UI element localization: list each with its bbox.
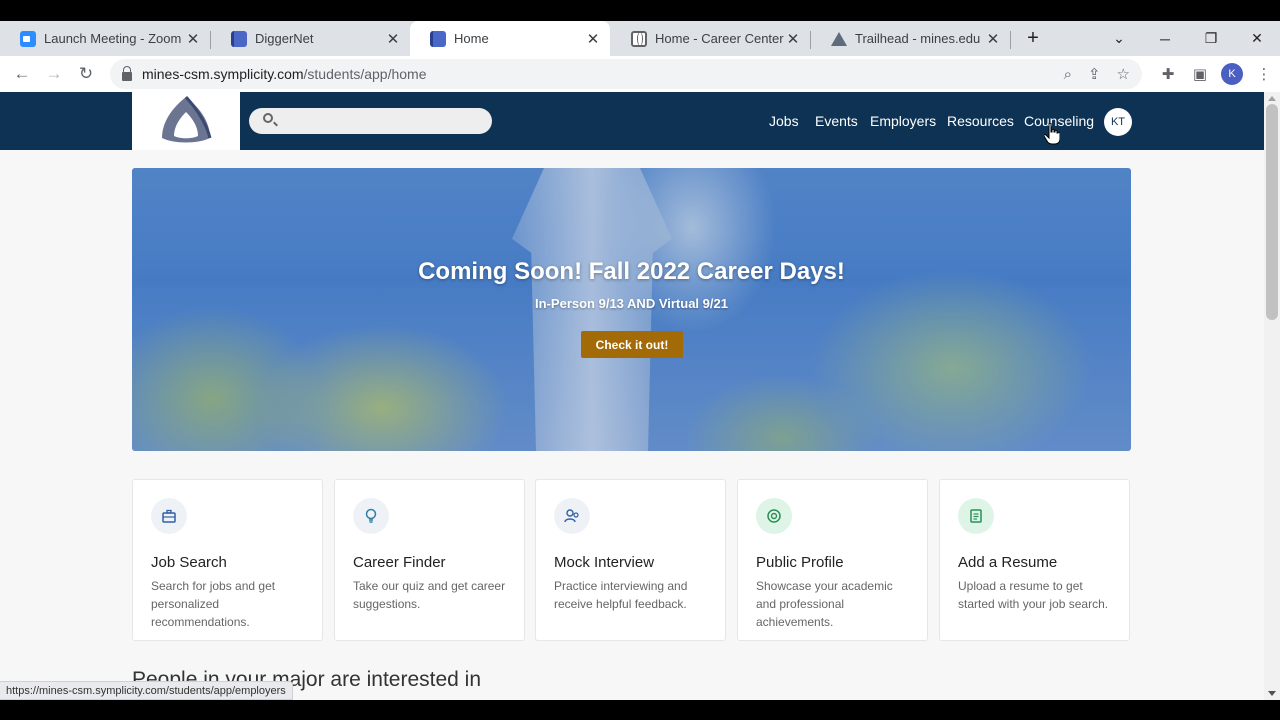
tab-diggernet[interactable]: DiggerNet ✕ [211,21,410,56]
top-black-bar [0,0,1280,21]
school-logo[interactable] [132,92,240,150]
tab-title: Launch Meeting - Zoom [44,31,182,46]
nav-link[interactable]: Events [815,113,858,129]
extensions-puzzle-icon[interactable]: ✚ [1152,65,1184,83]
user-avatar[interactable]: KT [1104,108,1132,136]
profile-avatar[interactable]: K [1221,63,1243,85]
card-job-search[interactable]: Job Search Search for jobs and get perso… [132,479,323,641]
browser-toolbar: ← → ↻ mines-csm.symplicity.com/students/… [0,56,1280,92]
bottom-black-bar [0,700,1280,720]
card-career-finder[interactable]: Career Finder Take our quiz and get care… [334,479,525,641]
search-icon [263,113,273,123]
bookmark-star-icon[interactable]: ☆ [1117,65,1130,83]
minimize-icon[interactable]: ─ [1142,21,1188,56]
tab-title: Trailhead - mines.edu [855,31,981,46]
card-title: Public Profile [756,554,844,571]
restore-icon[interactable]: ❐ [1188,21,1234,56]
mines-logo-icon [162,95,212,143]
close-icon[interactable]: ✕ [384,30,402,48]
card-description: Search for jobs and get personalized rec… [151,579,276,629]
close-icon[interactable]: ✕ [184,30,202,48]
hero-banner: Coming Soon! Fall 2022 Career Days! In-P… [132,168,1131,451]
back-arrow-icon[interactable]: ← [8,60,36,88]
interview-icon [554,498,590,534]
tab-strip: Launch Meeting - Zoom ✕ DiggerNet ✕ Home… [0,21,1280,56]
trailhead-icon [831,31,847,46]
site-header: Jobs Events Employers Resources Counseli… [0,92,1264,150]
window-close-icon[interactable]: ✕ [1234,21,1280,56]
zoom-icon [20,30,36,47]
tab-home[interactable]: Home ✕ [410,21,610,56]
new-tab-button[interactable]: + [1020,21,1046,56]
card-title: Mock Interview [554,554,655,571]
doc-icon [231,30,247,47]
close-icon[interactable]: ✕ [984,30,1002,48]
url-text[interactable]: mines-csm.symplicity.com/students/app/ho… [142,66,427,82]
nav-events[interactable]: Events [815,92,858,150]
url-path: /students/app/home [303,66,427,82]
nav-employers[interactable]: Employers [870,92,936,150]
lightbulb-icon [353,498,389,534]
card-public-profile[interactable]: Public Profile Showcase your academic an… [737,479,928,641]
zoom-magnifier-icon[interactable]: ⌕ [1064,66,1072,83]
nav-link[interactable]: Employers [870,113,936,129]
card-description: Upload a resume to get started with your… [958,579,1109,611]
share-icon[interactable]: ⇪ [1088,65,1101,83]
tab-separator [1010,31,1011,49]
globe-icon [631,30,647,47]
document-icon [958,498,994,534]
page-viewport: Jobs Events Employers Resources Counseli… [0,92,1264,700]
side-panel-icon[interactable]: ▣ [1184,65,1216,83]
tab-zoom[interactable]: Launch Meeting - Zoom ✕ [0,21,210,56]
nav-link[interactable]: Resources [947,113,1014,129]
address-bar[interactable]: mines-csm.symplicity.com/students/app/ho… [110,59,1142,89]
at-sign-icon [756,498,792,534]
card-description: Take our quiz and get career suggestions… [353,579,506,611]
card-mock-interview[interactable]: Mock Interview Practice interviewing and… [535,479,726,641]
doc-icon [430,30,446,47]
tab-career-center[interactable]: Home - Career Center ✕ [611,21,810,56]
close-icon[interactable]: ✕ [584,30,602,48]
url-host: mines-csm.symplicity.com [142,66,304,82]
card-add-resume[interactable]: Add a Resume Upload a resume to get star… [939,479,1130,641]
tab-title: Home - Career Center [655,31,784,46]
hero-title: Coming Soon! Fall 2022 Career Days! [418,258,845,285]
reload-icon[interactable]: ↻ [72,60,100,88]
scroll-up-arrow-icon[interactable] [1268,96,1276,101]
tab-title: DiggerNet [255,31,314,46]
forward-arrow-icon[interactable]: → [40,60,68,88]
site-search-input[interactable] [249,108,492,134]
nav-jobs[interactable]: Jobs [769,92,799,150]
lock-icon [122,65,132,81]
status-url-bubble: https://mines-csm.symplicity.com/student… [0,681,293,700]
card-description: Practice interviewing and receive helpfu… [554,579,688,611]
hand-cursor-icon [1044,123,1060,145]
page-scrollbar[interactable] [1264,92,1280,700]
card-description: Showcase your academic and professional … [756,579,893,629]
nav-link[interactable]: Jobs [769,113,799,129]
card-title: Career Finder [353,554,446,571]
card-title: Job Search [151,554,227,571]
nav-resources[interactable]: Resources [947,92,1014,150]
tab-trailhead[interactable]: Trailhead - mines.edu ✕ [811,21,1010,56]
close-icon[interactable]: ✕ [784,30,802,48]
check-it-out-button[interactable]: Check it out! [581,331,683,358]
tab-title: Home [454,31,489,46]
hero-subtitle: In-Person 9/13 AND Virtual 9/21 [535,296,728,311]
kebab-menu-icon[interactable]: ⋮ [1248,65,1280,83]
scroll-down-arrow-icon[interactable] [1268,691,1276,696]
tab-search-chevron-icon[interactable]: ⌄ [1096,21,1142,56]
briefcase-icon [151,498,187,534]
card-title: Add a Resume [958,554,1058,571]
scrollbar-thumb[interactable] [1266,104,1278,320]
